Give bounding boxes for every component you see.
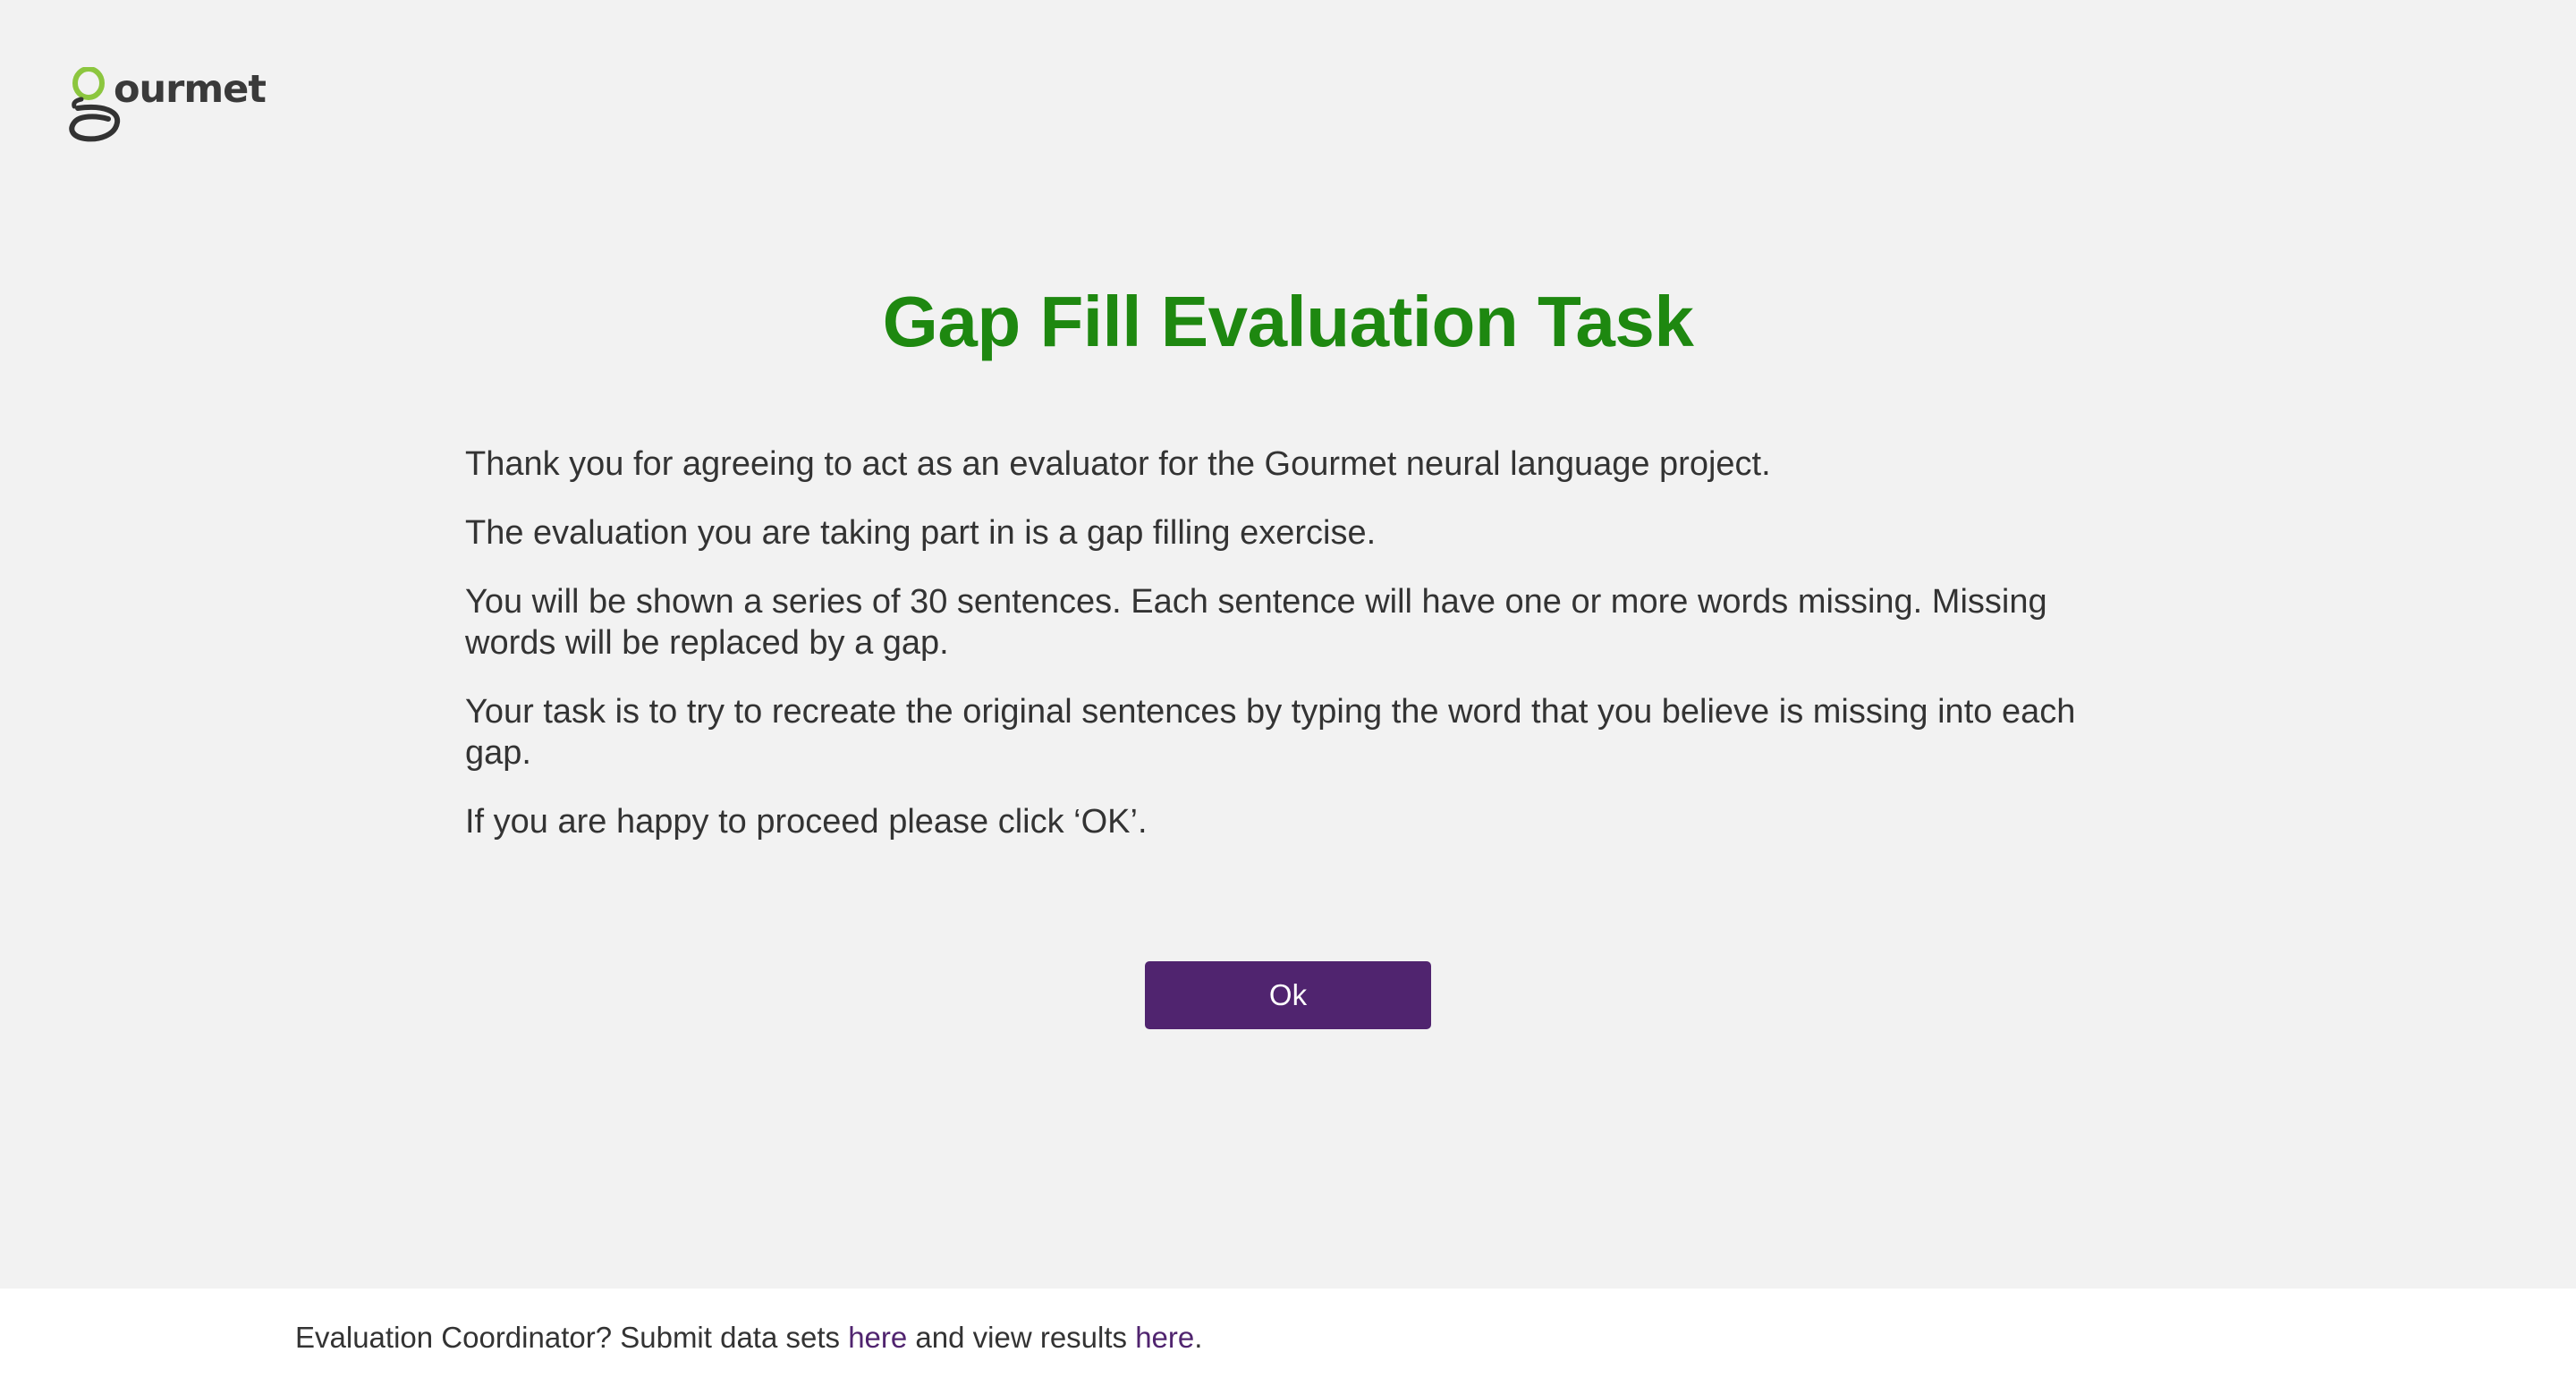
ok-button[interactable]: Ok (1145, 961, 1431, 1029)
footer: Evaluation Coordinator? Submit data sets… (0, 1289, 2576, 1386)
instructions: Thank you for agreeing to act as an eval… (465, 444, 2111, 870)
instruction-paragraph: You will be shown a series of 30 sentenc… (465, 583, 2047, 662)
footer-text: Evaluation Coordinator? Submit data sets… (295, 1320, 1202, 1356)
footer-text-end: . (1194, 1321, 1203, 1354)
submit-data-sets-link[interactable]: here (848, 1321, 907, 1354)
instruction-paragraph: Your task is to try to recreate the orig… (465, 693, 2076, 772)
instruction-paragraph: The evaluation you are taking part in is… (465, 514, 1377, 552)
footer-text-middle: and view results (907, 1321, 1136, 1354)
instruction-paragraph: If you are happy to proceed please click… (465, 803, 1148, 841)
view-results-link[interactable]: here (1135, 1321, 1194, 1354)
footer-text-start: Evaluation Coordinator? Submit data sets (295, 1321, 849, 1354)
instruction-paragraph: Thank you for agreeing to act as an eval… (465, 445, 1771, 483)
gourmet-logo[interactable]: ourmet (69, 67, 267, 143)
logo-wordmark: ourmet (114, 67, 267, 112)
page-title: Gap Fill Evaluation Task (882, 282, 1694, 361)
